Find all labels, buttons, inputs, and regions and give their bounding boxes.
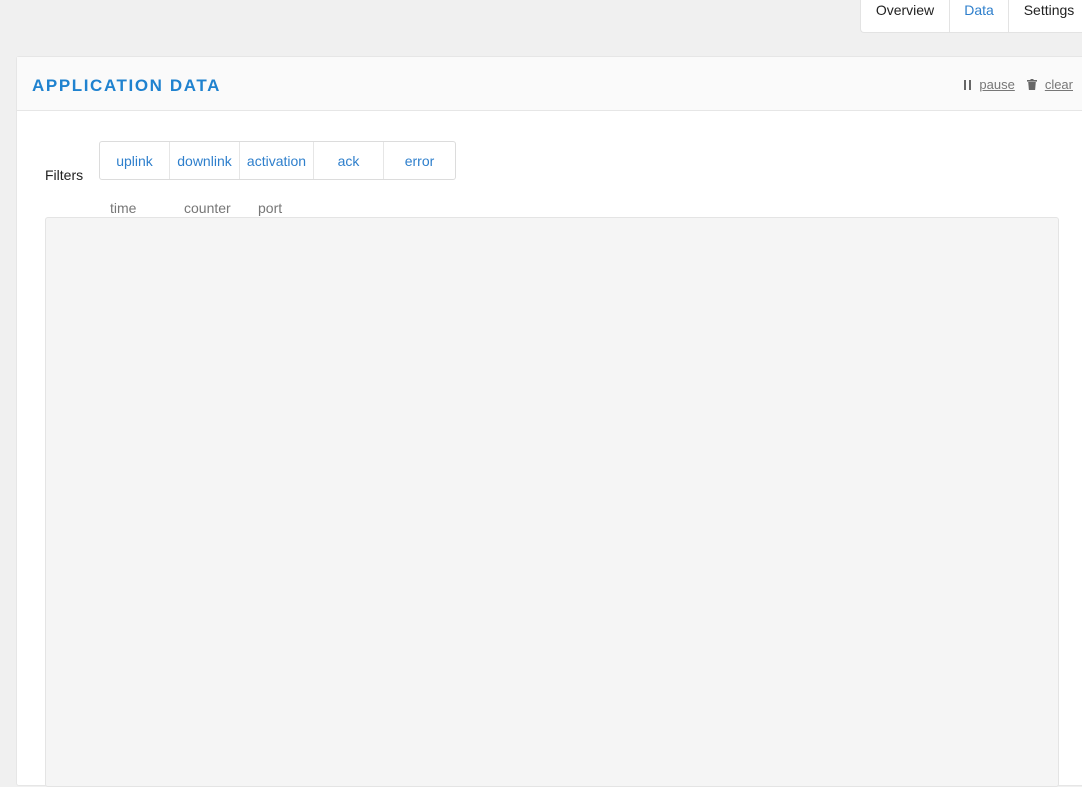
column-time: time: [110, 200, 137, 216]
filter-activation[interactable]: activation: [240, 142, 314, 179]
panel-header: APPLICATION DATA pause clear: [17, 57, 1082, 111]
tab-data[interactable]: Data: [950, 0, 1009, 32]
filter-ack[interactable]: ack: [314, 142, 384, 179]
top-nav-tabs: Overview Data Settings: [860, 0, 1082, 33]
filter-error[interactable]: error: [384, 142, 455, 179]
filter-uplink[interactable]: uplink: [100, 142, 170, 179]
pause-button[interactable]: pause: [964, 77, 1015, 92]
pause-icon: [964, 79, 972, 90]
tab-overview[interactable]: Overview: [861, 0, 950, 32]
column-port: port: [258, 200, 283, 216]
clear-button[interactable]: clear: [1026, 77, 1073, 92]
page-title: APPLICATION DATA: [32, 76, 221, 95]
filter-button-group: uplink downlink activation ack error: [99, 141, 456, 180]
filters-label: Filters: [45, 167, 84, 183]
trash-icon: [1026, 79, 1037, 90]
clear-label: clear: [1044, 77, 1073, 92]
header-actions: pause clear: [964, 77, 1073, 92]
application-data-panel: APPLICATION DATA pause clear Filters upl…: [16, 56, 1082, 787]
data-list-area[interactable]: [45, 217, 1059, 787]
filter-downlink[interactable]: downlink: [170, 142, 240, 179]
column-counter: counter: [184, 200, 231, 216]
pause-label: pause: [979, 77, 1015, 92]
tab-settings[interactable]: Settings: [1009, 0, 1082, 32]
